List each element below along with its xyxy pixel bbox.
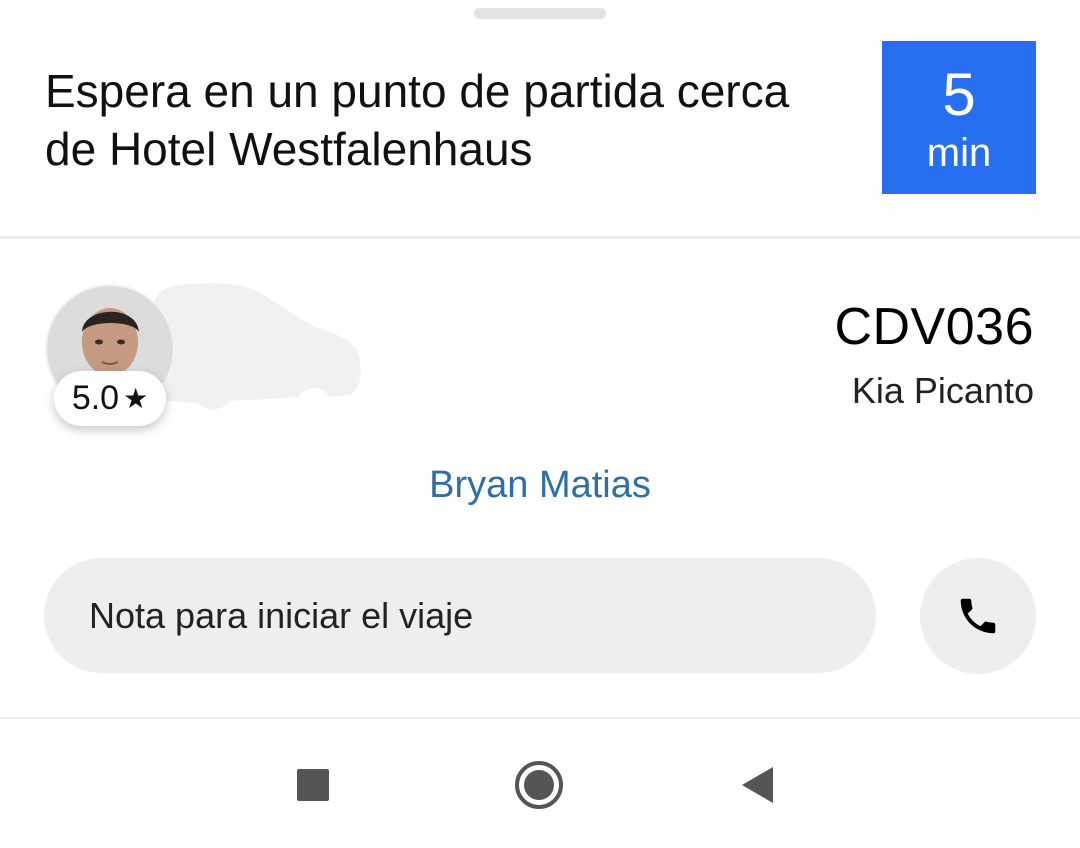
system-navigation-bar <box>0 719 1080 848</box>
home-button[interactable] <box>511 757 567 813</box>
star-icon: ★ <box>123 382 149 414</box>
pickup-note-placeholder: Nota para iniciar el viaje <box>89 594 474 636</box>
phone-icon <box>960 598 996 634</box>
pickup-instruction: Espera en un punto de partida cerca de H… <box>45 65 790 175</box>
pickup-header: Espera en un punto de partida cerca de H… <box>0 0 1080 239</box>
recents-button[interactable] <box>285 757 341 813</box>
back-triangle-icon <box>742 767 773 803</box>
eta-value: 5 <box>942 61 976 128</box>
eta-badge: 5 min <box>882 41 1036 194</box>
driver-rating-badge: 5.0 ★ <box>54 371 166 426</box>
back-button[interactable] <box>730 757 786 813</box>
eta-unit: min <box>926 131 992 175</box>
driver-rating-value: 5.0 <box>71 379 120 417</box>
trip-sheet: Espera en un punto de partida cerca de H… <box>0 0 1080 848</box>
car-model: Kia Picanto <box>851 370 1034 411</box>
sheet-grab-handle[interactable] <box>474 8 606 19</box>
driver-name[interactable]: Bryan Matias <box>0 463 1080 507</box>
recents-square-icon <box>297 769 329 801</box>
home-circle-icon <box>515 761 563 809</box>
license-plate: CDV036 <box>834 298 1034 356</box>
driver-card: 5.0 ★ CDV036 Kia Picanto Bryan Matias No… <box>0 239 1080 717</box>
call-driver-button[interactable] <box>920 558 1036 674</box>
pickup-note-input[interactable]: Nota para iniciar el viaje <box>44 558 876 673</box>
